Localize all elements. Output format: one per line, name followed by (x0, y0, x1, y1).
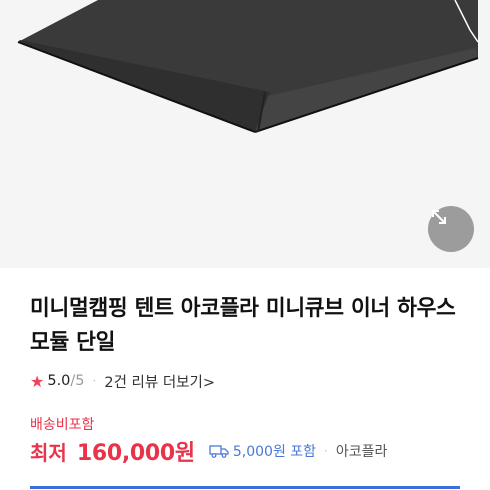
review-more-link[interactable]: 2건 리뷰 더보기> (104, 371, 215, 392)
price-value: 160,000원 (76, 441, 195, 466)
star-icon: ★ (30, 371, 45, 391)
rating-score: 5.0 (47, 373, 71, 389)
product-image[interactable] (0, 0, 490, 268)
separator-dot: · (92, 374, 97, 388)
rating-row: ★ 5.0 /5 · 2건 리뷰 더보기> (30, 371, 215, 391)
truck-icon (209, 445, 229, 458)
shipping-fee-text: 5,000원 포함 (232, 444, 317, 460)
rating-max: /5 (70, 373, 85, 389)
expand-image-button[interactable] (428, 206, 474, 252)
price-row: 최저 160,000원 5,000원 포함 · 아코플라 (30, 436, 388, 467)
product-detail-page: 미니멀캠핑 텐트 아코플라 미니큐브 이너 하우스모듈 단일 ★ 5.0 /5 … (0, 0, 490, 490)
product-title: 미니멀캠핑 텐트 아코플라 미니큐브 이너 하우스모듈 단일 (30, 296, 456, 355)
tent-image (17, 0, 479, 133)
tab-indicator (30, 486, 460, 489)
lowest-price-label: 최저 (30, 440, 67, 465)
expand-icon (432, 210, 446, 224)
product-info: 미니멀캠핑 텐트 아코플라 미니큐브 이너 하우스모듈 단일 ★ 5.0 /5 … (0, 268, 490, 490)
seller-name[interactable]: 아코플라 (336, 441, 388, 461)
separator-dot: · (324, 444, 328, 458)
shipping-fee: 5,000원 포함 (209, 441, 316, 461)
shipping-included-label: 배송비포함 (30, 417, 95, 433)
